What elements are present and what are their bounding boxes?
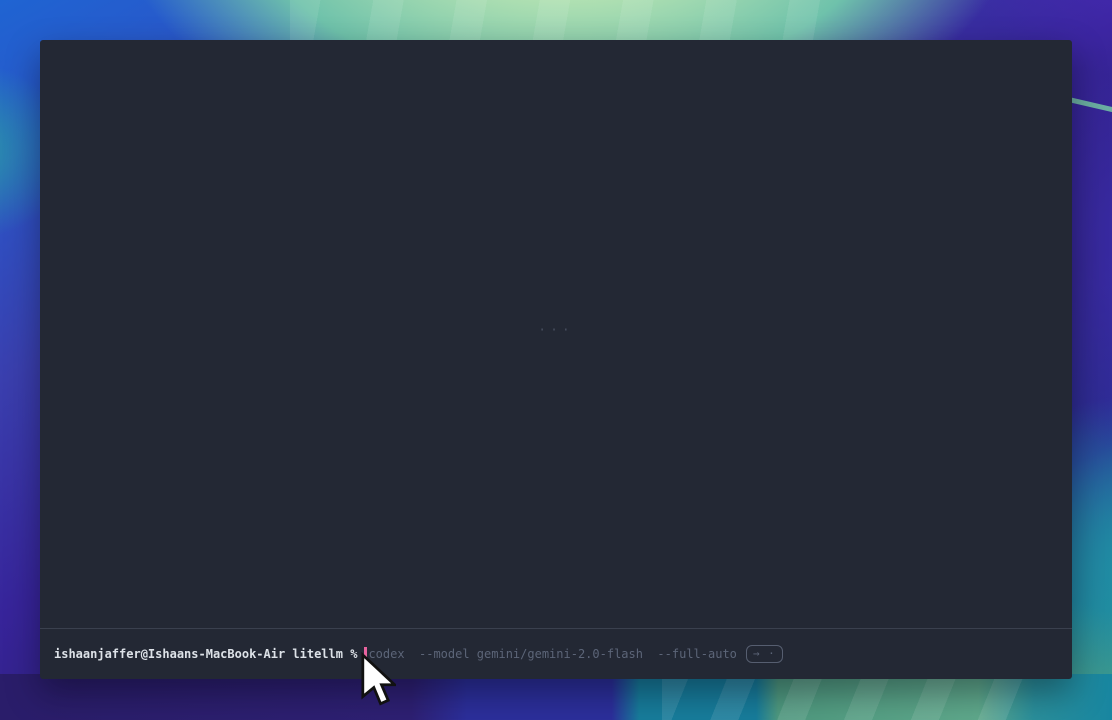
terminal-window[interactable]: ··· ishaanjaffer@Ishaans-MacBook-Air lit… bbox=[40, 40, 1072, 679]
text-cursor-beam bbox=[364, 647, 367, 662]
desktop: { "terminal": { "loading_indicator": "··… bbox=[0, 0, 1112, 720]
wallpaper-bottom-streaks bbox=[662, 674, 1042, 720]
autosuggestion-text: codex --model gemini/gemini-2.0-flash --… bbox=[368, 647, 736, 661]
loading-ellipsis: ··· bbox=[40, 323, 1072, 338]
terminal-output-area[interactable]: ··· bbox=[40, 40, 1072, 628]
shell-prompt: ishaanjaffer@Ishaans-MacBook-Air litellm… bbox=[54, 647, 357, 661]
autosuggest-accept-key-hint: → · bbox=[746, 645, 783, 663]
terminal-prompt-bar[interactable]: ishaanjaffer@Ishaans-MacBook-Air litellm… bbox=[40, 629, 1072, 679]
wallpaper-light-rays bbox=[290, 0, 850, 42]
